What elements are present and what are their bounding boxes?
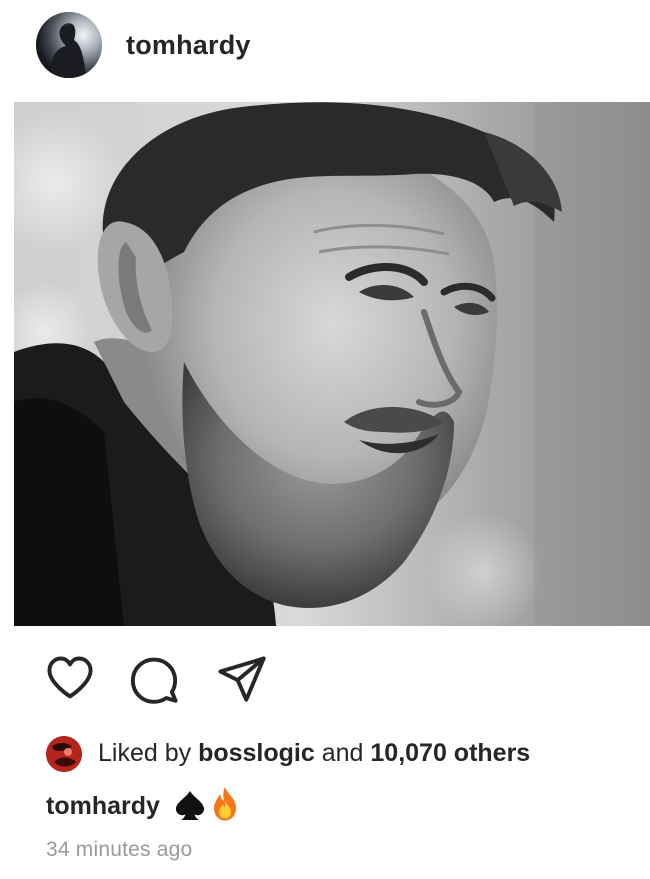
likes-text: Liked by bosslogic and 10,070 others	[98, 733, 530, 773]
likes-count[interactable]: 10,070 others	[370, 739, 530, 767]
likes-joiner: and	[321, 739, 364, 767]
post-photo[interactable]	[14, 102, 650, 626]
caption-emojis	[171, 786, 251, 822]
liker-avatar[interactable]	[46, 736, 82, 772]
avatar-image	[36, 12, 102, 78]
fire-icon	[213, 787, 236, 821]
heart-icon[interactable]	[44, 652, 96, 704]
portrait-photo	[14, 102, 650, 626]
user-avatar[interactable]	[36, 12, 102, 78]
liker-avatar-image	[46, 736, 82, 772]
caption: tomhardy	[46, 786, 251, 826]
comment-icon[interactable]	[128, 652, 180, 704]
post-username[interactable]: tomhardy	[126, 30, 251, 61]
liker-username[interactable]: bosslogic	[198, 739, 315, 767]
caption-username[interactable]: tomhardy	[46, 792, 160, 820]
post-header: tomhardy	[0, 0, 650, 100]
share-icon[interactable]	[216, 652, 268, 704]
post-timestamp: 34 minutes ago	[46, 838, 193, 861]
spade-icon	[175, 791, 204, 820]
likes-prefix: Liked by	[98, 739, 192, 767]
